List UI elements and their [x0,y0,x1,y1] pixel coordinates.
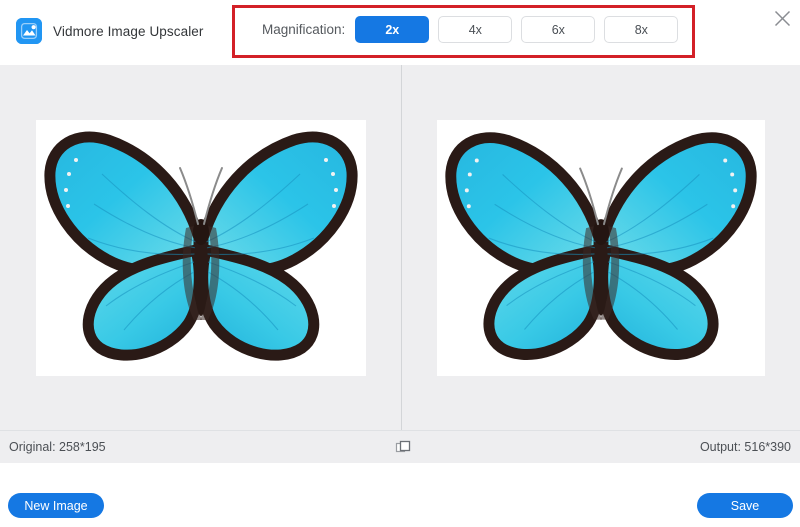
magnification-label: Magnification: [262,22,346,37]
app-header: Vidmore Image Upscaler Magnification: 2x… [0,0,800,65]
upscaled-image-pane[interactable] [402,65,800,430]
image-logo-icon [16,18,42,44]
compare-squares-icon[interactable] [394,439,412,457]
new-image-button[interactable]: New Image [8,493,104,518]
magnification-option-4x[interactable]: 4x [438,16,513,43]
magnification-control: Magnification: 2x 4x 6x 8x [262,16,679,43]
app-title: Vidmore Image Upscaler [53,23,204,39]
magnification-option-8x[interactable]: 8x [604,16,679,43]
magnification-option-2x[interactable]: 2x [355,16,430,43]
magnification-option-6x[interactable]: 6x [521,16,596,43]
original-butterfly-image [35,119,366,376]
app-footer: New Image Save [0,463,800,527]
original-size-label: Original: 258*195 [9,440,106,454]
save-button[interactable]: Save [697,493,793,518]
close-icon[interactable] [769,5,795,31]
brand: Vidmore Image Upscaler [16,18,204,44]
image-compare-canvas [0,65,800,430]
status-bar: Original: 258*195 Output: 516*390 [0,430,800,463]
original-image-pane[interactable] [0,65,401,430]
upscaled-butterfly-image [437,119,765,376]
output-size-label: Output: 516*390 [699,440,791,454]
